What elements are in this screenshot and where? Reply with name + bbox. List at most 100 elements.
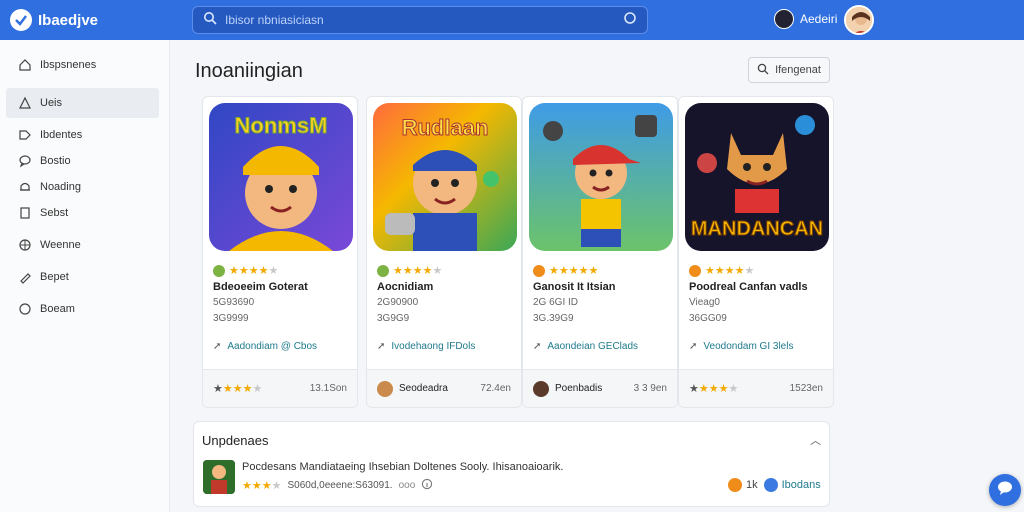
app-title[interactable]: Aocnidiam: [377, 281, 433, 293]
sidebar-item-8[interactable]: Boeam: [0, 296, 169, 322]
pin-icon: ➚: [377, 341, 386, 352]
app-card[interactable]: MANDANCAN ★★★★★ Poodreal Canfan vadls Vi…: [678, 96, 834, 408]
rating: ★★★★★: [689, 264, 754, 277]
star-rating: ★★★★★: [549, 265, 599, 277]
update-thumbnail[interactable]: [203, 460, 235, 494]
filter-label: Ifengenat: [775, 64, 821, 76]
circle-icon: [18, 302, 32, 316]
flame-icon: [728, 478, 742, 492]
pin-icon: ➚: [533, 341, 542, 352]
app-meta-line: Vieag0: [689, 297, 720, 308]
card-footer: ★★★★★ 1523en: [679, 369, 833, 407]
app-title[interactable]: Ganosit It Itsian: [533, 281, 616, 293]
sidebar-item-0[interactable]: Ibspsnenes: [0, 52, 169, 78]
sidebar-item-label: Sebst: [40, 207, 69, 219]
pin-icon: ➚: [213, 341, 222, 352]
app-art-title: MANDANCAN: [691, 218, 823, 240]
voice-search-icon[interactable]: [623, 11, 637, 30]
sidebar-item-1[interactable]: Ueis: [6, 88, 159, 118]
app-artwork: NonmsM: [209, 103, 353, 251]
page-title: Inoaniingian: [195, 60, 303, 82]
chevron-up-icon[interactable]: ︿: [810, 432, 821, 448]
app-artwork: MANDANCAN: [685, 103, 829, 251]
sidebar-item-label: Weenne: [40, 239, 81, 251]
update-meta-text: S060d,0eeene:S63091.: [287, 480, 393, 491]
app-title[interactable]: Bdeoeeim Goterat: [213, 281, 308, 293]
app-logo[interactable]: Ibaedjve: [10, 9, 180, 31]
app-card[interactable]: ★★★★★ Ganosit It Itsian 2G 6GI ID 3G.39G…: [522, 96, 678, 408]
app-artwork: Rudlaan: [373, 103, 517, 251]
app-link-label: Aaondeian GEClads: [547, 341, 639, 352]
globe-icon: [763, 478, 778, 492]
category-badge-icon: [213, 264, 225, 277]
app-link[interactable]: ➚ Veodondam GI 3lels: [689, 341, 793, 352]
sidebar-item-5[interactable]: Sebst: [0, 200, 169, 226]
sidebar-item-7[interactable]: Bepet: [0, 264, 169, 290]
user-name: Aedeiri: [800, 12, 838, 26]
update-text: Pocdesans Mandiataeing Ihsebian Doltenes…: [242, 461, 564, 473]
app-meta-line: 2G 6GI ID: [533, 297, 579, 308]
tag-icon: [18, 128, 32, 142]
footer-value: 72.4en: [480, 383, 511, 394]
star-rating: ★★★★★: [689, 383, 739, 395]
sidebar-item-4[interactable]: Noading: [0, 174, 169, 200]
app-meta-line: 2G90900: [377, 297, 419, 308]
star-rating: ★★★★★: [393, 265, 443, 277]
sidebar-item-6[interactable]: Weenne: [0, 232, 169, 258]
chat-icon: [18, 154, 32, 168]
app-card[interactable]: NonmsM ★★★★★ Bdeoeeim Goterat 5G93690 3G…: [202, 96, 358, 408]
app-link-label: Veodondam GI 3lels: [703, 341, 794, 352]
rating: ★★★★★: [533, 264, 598, 277]
app-title[interactable]: Poodreal Canfan vadls: [689, 281, 808, 293]
app-meta-line: 36GG09: [689, 313, 727, 324]
search-input[interactable]: [225, 13, 623, 27]
star-rating: ★★★★★: [213, 383, 263, 395]
star-rating: ★★★★★: [229, 265, 279, 277]
updates-panel: Unpdenaes ︿ Pocdesans Mandiataeing Ihseb…: [193, 421, 830, 507]
sidebar-item-label: Bostio: [40, 155, 71, 167]
search-bar[interactable]: [192, 6, 648, 34]
pen-icon: [18, 270, 32, 284]
app-link[interactable]: ➚ Ivodehaong IFDols: [377, 341, 475, 352]
sidebar-item-label: Bepet: [40, 271, 69, 283]
search-icon: [203, 11, 217, 30]
card-footer: ★★★★★ 13.1Son: [203, 369, 357, 407]
info-icon[interactable]: [421, 478, 433, 493]
app-link[interactable]: ➚ Aaondeian GEClads: [533, 341, 638, 352]
app-meta-line: 3G.39G9: [533, 313, 574, 324]
footer-value: 1523en: [789, 383, 823, 394]
top-bar: Ibaedjve Aedeiri: [0, 0, 1024, 40]
filter-button[interactable]: Ifengenat: [748, 57, 830, 83]
sidebar-item-label: Noading: [40, 181, 81, 193]
category-badge-icon: [689, 264, 701, 277]
sidebar-item-2[interactable]: Ibdentes: [0, 122, 169, 148]
developer-name[interactable]: Poenbadis: [555, 383, 602, 394]
star-rating: ★★★★★: [705, 265, 755, 277]
app-meta-line: 3G9G9: [377, 313, 410, 324]
top-user-menu[interactable]: Aedeiri: [774, 9, 837, 29]
sidebar-item-label: Ibspsnenes: [40, 59, 97, 71]
search-icon: [757, 63, 769, 78]
app-meta-line: 3G9999: [213, 313, 249, 324]
chat-fab-button[interactable]: [989, 474, 1021, 506]
sidebar-item-3[interactable]: Bostio: [0, 148, 169, 174]
app-art-title: Rudlaan: [402, 115, 489, 140]
update-meta: ★★★★ S060d,0eeene:S63091. ooo: [242, 478, 433, 493]
developer-name[interactable]: Seodeadra: [399, 383, 448, 394]
star-icon: [18, 96, 32, 110]
update-link-label: Ibodans: [781, 479, 821, 491]
home-icon: [18, 58, 32, 72]
sidebar: Ibspsnenes Ueis Ibdentes Bostio Noading …: [0, 40, 170, 512]
update-count: 1k: [746, 479, 758, 491]
profile-avatar[interactable]: [844, 5, 874, 35]
update-meta-tag: ooo: [398, 480, 416, 491]
app-art-title: NonmsM: [235, 113, 328, 138]
developer-avatar: [377, 380, 393, 397]
chat-icon: [996, 479, 1014, 502]
app-link[interactable]: ➚ Aadondiam @ Cbos: [213, 341, 317, 352]
logo-icon: [10, 9, 32, 31]
user-avatar: [774, 9, 794, 29]
star-rating: ★★★★: [242, 480, 282, 492]
update-actions[interactable]: 1k Ibodans: [728, 478, 821, 492]
app-card[interactable]: Rudlaan ★★★★★ Aocnidiam 2G90900 3G9G9 ➚ …: [366, 96, 522, 408]
